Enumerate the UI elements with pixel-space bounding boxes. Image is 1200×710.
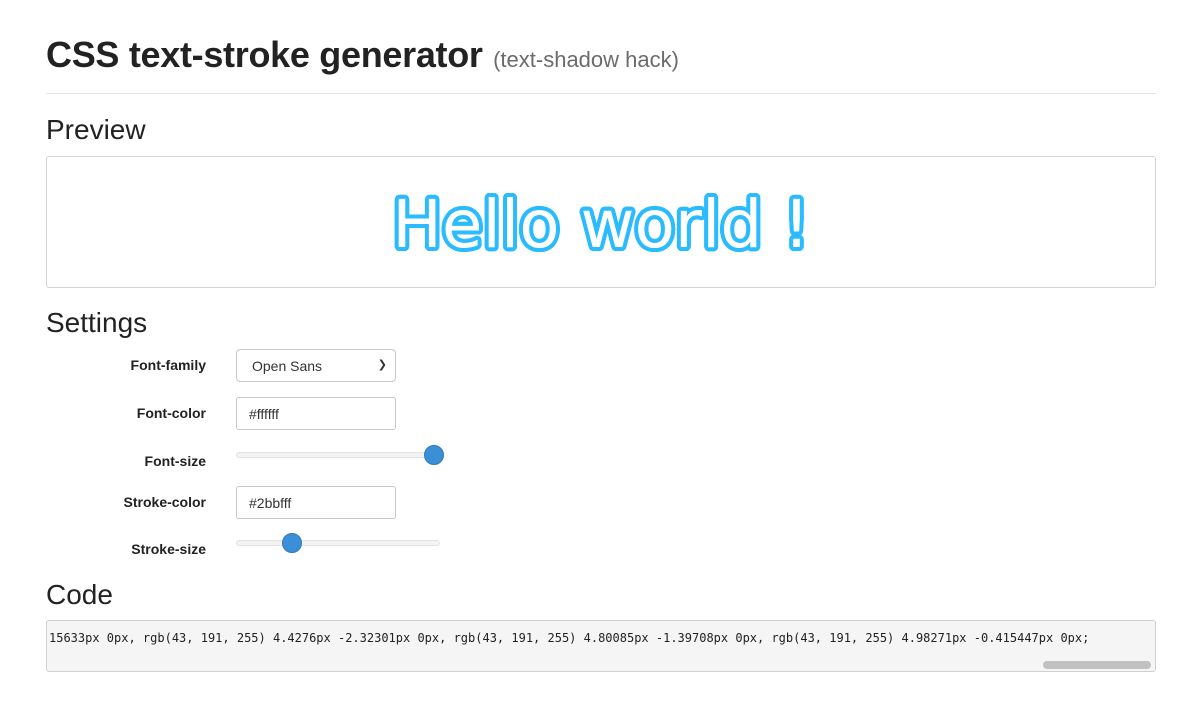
header-divider <box>46 93 1156 94</box>
code-text: 15633px 0px, rgb(43, 191, 255) 4.4276px … <box>49 631 1090 645</box>
page-title: CSS text-stroke generator <box>46 34 483 75</box>
settings-heading: Settings <box>46 307 148 338</box>
preview-text: Hello world ! <box>392 185 810 263</box>
font-size-slider-thumb[interactable] <box>424 445 444 465</box>
font-size-slider[interactable] <box>236 445 444 465</box>
stroke-size-label: Stroke-size <box>131 541 206 557</box>
font-color-input[interactable]: #ffffff <box>236 397 396 430</box>
font-family-value: Open Sans <box>252 358 323 374</box>
font-size-label: Font-size <box>144 453 206 469</box>
font-family-select[interactable]: Open Sans ❯ <box>236 349 396 382</box>
font-color-label: Font-color <box>136 405 206 421</box>
preview-panel: Hello world ! <box>46 156 1156 288</box>
code-output[interactable]: 15633px 0px, rgb(43, 191, 255) 4.4276px … <box>46 620 1156 672</box>
stroke-color-label: Stroke-color <box>123 494 206 510</box>
code-heading: Code <box>46 579 113 610</box>
page-header: CSS text-stroke generator (text-shadow h… <box>46 34 1156 76</box>
chevron-down-icon: ❯ <box>377 359 387 371</box>
preview-heading: Preview <box>46 114 146 145</box>
font-family-label: Font-family <box>130 357 206 373</box>
stroke-color-input[interactable]: #2bbfff <box>236 486 396 519</box>
stroke-size-slider-thumb[interactable] <box>281 533 302 553</box>
stroke-size-slider[interactable] <box>236 533 440 553</box>
page-subtitle: (text-shadow hack) <box>493 47 679 72</box>
horizontal-scrollbar[interactable] <box>1043 661 1151 669</box>
